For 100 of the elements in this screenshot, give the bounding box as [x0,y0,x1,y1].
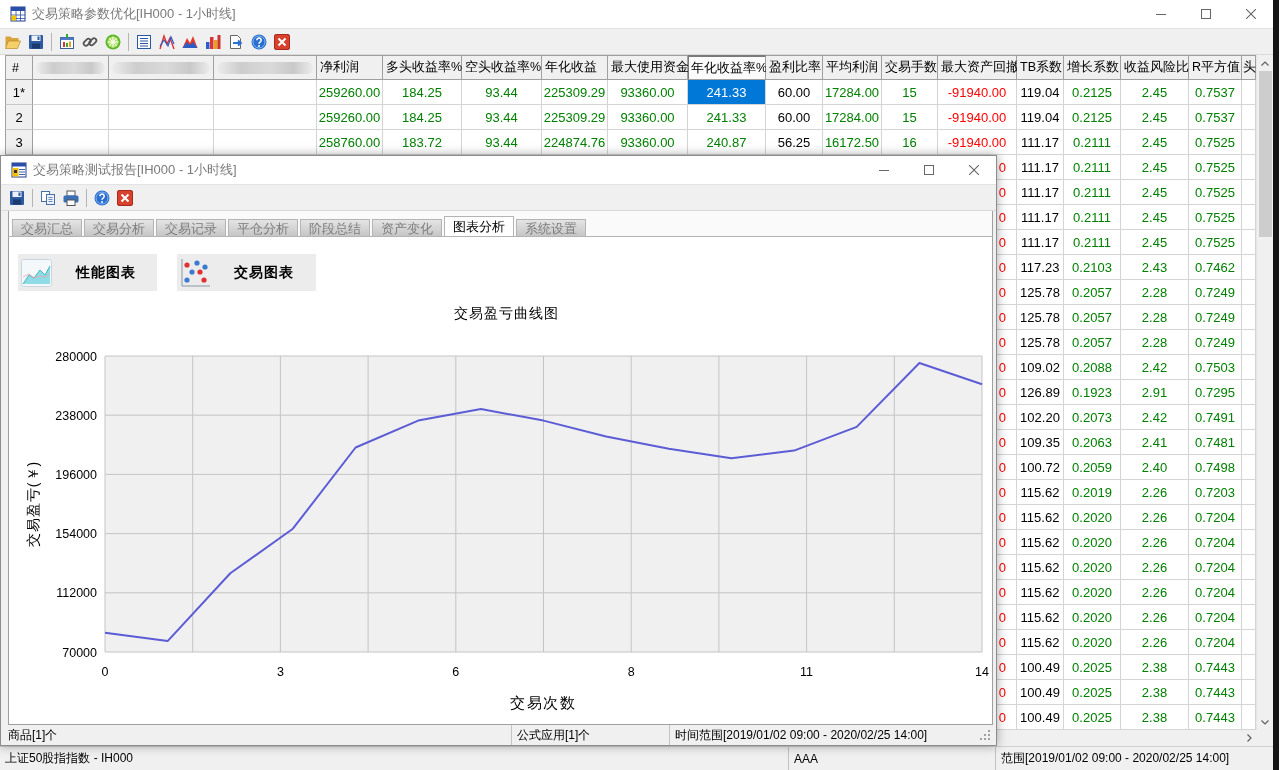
table-cell[interactable]: 0.7204 [1189,605,1242,630]
table-cell[interactable]: 0.7481 [1189,430,1242,455]
help-icon[interactable] [251,33,267,50]
wheel-icon[interactable] [105,33,121,50]
chart-button[interactable]: 性能图表 [18,254,157,291]
table-cell[interactable]: 0.7525 [1189,205,1242,230]
table-cell[interactable]: 0.2025 [1064,680,1121,705]
table-cell[interactable]: 0.7537 [1189,80,1242,105]
table-cell[interactable]: 0 [998,359,1006,375]
table-cell[interactable]: 115.62 [1017,630,1064,655]
vertical-scrollbar[interactable] [1256,55,1273,730]
table-cell[interactable]: -91940.00 [938,105,1017,130]
table-cell[interactable]: 0 [998,209,1006,225]
column-header[interactable] [214,55,317,80]
table-cell[interactable]: 0.2020 [1064,580,1121,605]
table-cell[interactable]: 0.7443 [1189,680,1242,705]
table-cell[interactable]: 100.72 [1017,455,1064,480]
table-cell[interactable]: 2.45 [1121,105,1189,130]
table-cell[interactable]: 0.2073 [1064,405,1121,430]
table-cell[interactable]: 0.2020 [1064,505,1121,530]
table-cell[interactable]: 0.2103 [1064,255,1121,280]
table-cell[interactable]: 2.26 [1121,555,1189,580]
resize-grip-icon[interactable] [980,730,990,740]
table-cell[interactable]: 0.2125 [1064,105,1121,130]
table-cell[interactable]: 119.04 [1017,80,1064,105]
table-cell[interactable]: 259260.00 [317,105,383,130]
table-cell[interactable]: 111.17 [1017,130,1064,155]
table-cell[interactable]: 2.45 [1121,180,1189,205]
maximize-icon[interactable] [923,165,934,175]
table-cell[interactable]: -91940.00 [938,80,1017,105]
column-header[interactable]: 多头收益率% [383,55,462,80]
table-cell[interactable]: 241.33 [688,80,766,105]
table-cell[interactable]: 0.7525 [1189,130,1242,155]
table-cell[interactable]: 0 [998,309,1006,325]
table-cell[interactable]: 0 [998,634,1006,650]
table-cell[interactable]: 0.7249 [1189,280,1242,305]
table-cell[interactable]: 100.49 [1017,680,1064,705]
table-cell[interactable]: 0.7204 [1189,580,1242,605]
table-cell[interactable]: 0 [998,559,1006,575]
table-cell[interactable]: 0.2057 [1064,305,1121,330]
table-cell[interactable]: 0 [998,584,1006,600]
table-cell[interactable]: 0.7462 [1189,255,1242,280]
table-cell[interactable]: 115.62 [1017,605,1064,630]
row-header[interactable]: 2 [5,105,33,130]
minimize-icon[interactable] [878,169,889,171]
column-header[interactable]: 盈利比率 [766,55,823,80]
column-header[interactable]: TB系数 [1017,55,1064,80]
table-cell[interactable]: 2.26 [1121,505,1189,530]
tab[interactable]: 资产变化 [372,219,442,236]
table-cell[interactable]: 0.2025 [1064,655,1121,680]
table-cell[interactable]: 0.2111 [1064,205,1121,230]
table-cell[interactable]: 2.41 [1121,430,1189,455]
table-cell[interactable]: 2.28 [1121,330,1189,355]
table-cell[interactable]: 0.2020 [1064,555,1121,580]
table-cell[interactable]: 2.45 [1121,80,1189,105]
list-icon[interactable] [136,33,152,50]
minimize-icon[interactable] [1155,13,1166,15]
column-header[interactable]: 收益风险比 [1121,55,1189,80]
table-cell[interactable]: 2.43 [1121,255,1189,280]
table-cell[interactable]: 225309.29 [542,80,608,105]
table-cell[interactable]: 259260.00 [317,80,383,105]
tab[interactable]: 系统设置 [516,219,586,236]
table-cell[interactable]: 125.78 [1017,305,1064,330]
table-cell[interactable]: 0 [998,234,1006,250]
close-icon[interactable] [274,33,290,50]
table-cell[interactable]: 2.26 [1121,530,1189,555]
help-icon[interactable] [94,189,110,206]
table-cell[interactable]: 115.62 [1017,480,1064,505]
table-cell[interactable]: 0 [998,684,1006,700]
close-icon[interactable] [117,189,133,206]
chevron-up-icon[interactable] [1261,60,1269,66]
table-cell[interactable]: 2.38 [1121,655,1189,680]
table-cell[interactable]: 0 [998,459,1006,475]
table-cell[interactable]: 0.2057 [1064,330,1121,355]
table-cell[interactable]: 0.7204 [1189,505,1242,530]
table-cell[interactable]: 0 [998,384,1006,400]
table-cell[interactable] [214,105,317,130]
chart-button[interactable]: 交易图表 [177,254,316,291]
table-cell[interactable]: 0.7204 [1189,530,1242,555]
table-cell[interactable]: 0.1923 [1064,380,1121,405]
table-cell[interactable]: 2.42 [1121,405,1189,430]
tab[interactable]: 交易分析 [84,219,154,236]
table-cell[interactable]: 111.17 [1017,155,1064,180]
table-cell[interactable]: 125.78 [1017,280,1064,305]
table-cell[interactable]: 2.45 [1121,205,1189,230]
table-cell[interactable]: 2.45 [1121,155,1189,180]
table-cell[interactable]: 0.7249 [1189,305,1242,330]
table-cell[interactable]: 2.26 [1121,580,1189,605]
table-cell[interactable]: 0.7249 [1189,330,1242,355]
table-cell[interactable]: 2.26 [1121,480,1189,505]
save-icon[interactable] [28,33,44,50]
table-cell[interactable]: 0.2059 [1064,455,1121,480]
copy-icon[interactable] [40,189,56,206]
table-cell[interactable]: 2.38 [1121,680,1189,705]
table-cell[interactable]: 0 [998,334,1006,350]
table-cell[interactable]: 0 [998,284,1006,300]
tab[interactable]: 交易记录 [156,219,226,236]
bar-chart-icon[interactable] [205,33,221,50]
table-cell[interactable]: 0.2020 [1064,605,1121,630]
table-cell[interactable]: 0 [998,534,1006,550]
